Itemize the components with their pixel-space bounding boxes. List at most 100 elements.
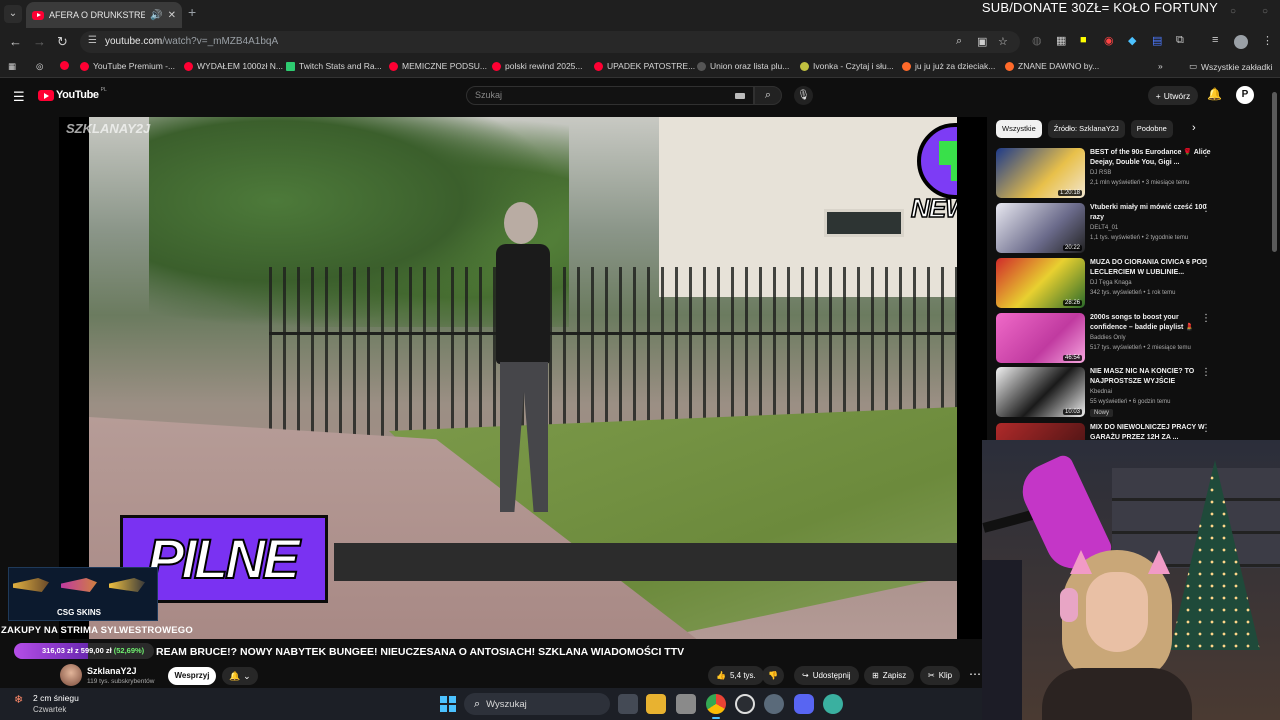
video-title[interactable]: 2000s songs to boost your confidence – b… xyxy=(1090,313,1216,332)
video-menu-icon[interactable]: ⋮ xyxy=(1201,313,1211,324)
video-thumbnail[interactable]: 1:20:18 xyxy=(996,148,1085,198)
video-menu-icon[interactable]: ⋮ xyxy=(1201,258,1211,269)
video-title[interactable]: NIE MASZ NIC NA KONCIE? TO NAJPROSTSZE W… xyxy=(1090,367,1216,386)
recommended-video[interactable]: 10:03 NIE MASZ NIC NA KONCIE? TO NAJPROS… xyxy=(996,367,1266,417)
bookmark-item[interactable]: ZNANE DAWNO by... xyxy=(1005,61,1099,71)
notifications-bell-icon[interactable]: 🔔 xyxy=(1207,87,1222,101)
recommended-video[interactable]: 46:54 2000s songs to boost your confiden… xyxy=(996,313,1266,363)
account-avatar[interactable]: P xyxy=(1236,86,1254,104)
video-channel[interactable]: Baddies Only xyxy=(1090,335,1126,341)
reload-icon[interactable]: ↻ xyxy=(57,34,68,50)
chip-from-channel[interactable]: Źródło: SzklanaY2J xyxy=(1047,120,1125,138)
bookmark-item[interactable]: Ivonka - Czytaj i słu... xyxy=(800,61,894,71)
share-button[interactable]: ↪ Udostępnij xyxy=(794,666,859,685)
bookmark-item[interactable]: WYDAŁEM 1000zł N... xyxy=(184,61,283,71)
extension-icon[interactable]: ■ xyxy=(1080,34,1087,46)
video-title[interactable]: MUZA DO CIORANIA CIVICA 6 POD LECLERCIEM… xyxy=(1090,258,1216,277)
channel-avatar[interactable] xyxy=(60,664,82,686)
save-button[interactable]: ⊞ Zapisz xyxy=(864,666,915,685)
video-channel[interactable]: Kbednai xyxy=(1090,389,1112,395)
bookmark-item[interactable]: Union oraz lista plu... xyxy=(697,61,789,71)
audio-playing-icon[interactable]: 🔊 xyxy=(150,10,162,21)
youtube-logo[interactable]: YouTube PL xyxy=(38,87,107,101)
extension-icon[interactable]: ◉ xyxy=(1104,34,1114,47)
chip-related[interactable]: Podobne xyxy=(1130,120,1173,138)
bookmark-item[interactable]: ju ju już za dzieciak... xyxy=(902,61,995,71)
video-channel[interactable]: DJ RSB xyxy=(1090,170,1111,176)
app-icon[interactable] xyxy=(735,694,755,714)
bookmark-item[interactable] xyxy=(60,61,69,70)
page-scrollbar[interactable] xyxy=(1272,92,1277,252)
taskbar-search[interactable]: ⌕ Wyszukaj xyxy=(464,693,610,715)
steam-icon[interactable] xyxy=(764,694,784,714)
video-thumbnail[interactable]: 20:22 xyxy=(996,203,1085,253)
tab-active[interactable]: AFERA O DRUNKSTREAM B 🔊 ✕ xyxy=(26,2,182,28)
tab-search-menu-icon[interactable]: ⌄ xyxy=(4,5,22,23)
cast-icon[interactable]: ▣ xyxy=(977,35,987,48)
profile-avatar-icon[interactable] xyxy=(1234,35,1248,49)
chip-all[interactable]: Wszystkie xyxy=(996,120,1042,138)
video-title[interactable]: BEST of the 90s Eurodance 🌹 Alice Deejay… xyxy=(1090,148,1216,167)
apps-grid-icon[interactable]: ▦ xyxy=(8,61,16,72)
weather-temperature[interactable]: 2 cm śniegu xyxy=(33,693,79,703)
bookmark-star-icon[interactable]: ☆ xyxy=(998,35,1008,48)
channel-name[interactable]: SzklanaY2J xyxy=(87,666,137,676)
keyboard-icon[interactable] xyxy=(735,93,745,99)
chrome-icon[interactable] xyxy=(706,694,726,714)
extension-icon[interactable]: ◆ xyxy=(1128,34,1136,47)
video-thumbnail[interactable]: 28:26 xyxy=(996,258,1085,308)
extensions-puzzle-icon[interactable]: ⧉ xyxy=(1176,34,1184,47)
all-bookmarks[interactable]: ▭ Wszystkie zakładki xyxy=(1189,61,1272,72)
url-text[interactable]: youtube.com/watch?v=_mMZB4A1bqA xyxy=(105,36,278,47)
create-button[interactable]: + Utwórz xyxy=(1148,86,1198,105)
video-thumbnail[interactable] xyxy=(996,423,1085,441)
app-icon[interactable] xyxy=(823,694,843,714)
bookmark-item[interactable]: MEMICZNE PODSU... xyxy=(389,61,487,71)
video-title[interactable]: Vtuberki miały mi mówić cześć 100 razy xyxy=(1090,203,1216,222)
subscription-bell-button[interactable]: 🔔 ⌄ xyxy=(222,667,258,685)
bookmark-icon[interactable]: ◎ xyxy=(36,61,43,72)
chips-next-icon[interactable]: › xyxy=(1192,122,1196,134)
media-controls-icon[interactable]: ≡ xyxy=(1212,34,1218,46)
video-menu-icon[interactable]: ⋮ xyxy=(1201,203,1211,214)
discord-icon[interactable] xyxy=(794,694,814,714)
support-button[interactable]: Wesprzyj xyxy=(168,667,216,685)
recommended-video[interactable]: 28:26 MUZA DO CIORANIA CIVICA 6 POD LECL… xyxy=(996,258,1266,308)
hamburger-menu-icon[interactable]: ☰ xyxy=(13,89,25,105)
close-tab-icon[interactable]: ✕ xyxy=(168,10,176,21)
clip-button[interactable]: ✂ Klip xyxy=(920,666,961,685)
search-button[interactable]: ⌕ xyxy=(754,86,782,105)
store-icon[interactable] xyxy=(676,694,696,714)
browser-menu-icon[interactable]: ⋮ xyxy=(1262,34,1273,47)
weather-snow-icon[interactable]: ❄ xyxy=(14,693,23,706)
extension-icon[interactable]: ▦ xyxy=(1056,34,1066,47)
video-menu-icon[interactable]: ⋮ xyxy=(1201,423,1211,434)
recommended-video[interactable]: MIX DO NIEWOLNICZEJ PRACY W GARAŻU PRZEZ… xyxy=(996,423,1266,441)
video-channel[interactable]: DJ Tęga Knaga xyxy=(1090,280,1132,286)
recommended-video[interactable]: 1:20:18 BEST of the 90s Eurodance 🌹 Alic… xyxy=(996,148,1266,198)
forward-icon[interactable]: → xyxy=(33,34,46,49)
more-bookmarks-icon[interactable]: » xyxy=(1158,61,1163,71)
video-player[interactable]: NEWS SZKLANAY2J PILNE xyxy=(59,117,987,639)
video-menu-icon[interactable]: ⋮ xyxy=(1201,148,1211,159)
video-thumbnail[interactable]: 10:03 xyxy=(996,367,1085,417)
bookmark-item[interactable]: polski rewind 2025... xyxy=(492,61,583,71)
video-menu-icon[interactable]: ⋮ xyxy=(1201,367,1211,378)
search-input[interactable]: Szukaj xyxy=(466,86,754,105)
video-title[interactable]: MIX DO NIEWOLNICZEJ PRACY W GARAŻU PRZEZ… xyxy=(1090,423,1216,441)
bookmark-item[interactable]: YouTube Premium -... xyxy=(80,61,175,71)
extension-icon[interactable]: ◍ xyxy=(1032,34,1042,47)
video-thumbnail[interactable]: 46:54 xyxy=(996,313,1085,363)
address-bar[interactable]: ☰ youtube.com/watch?v=_mMZB4A1bqA ⌕ ▣ ☆ xyxy=(80,31,1020,53)
task-view-icon[interactable] xyxy=(618,694,638,714)
file-explorer-icon[interactable] xyxy=(646,694,666,714)
window-control-icon[interactable]: ○ xyxy=(1262,6,1268,17)
bookmark-item[interactable]: Twitch Stats and Ra... xyxy=(286,61,382,71)
window-control-icon[interactable]: ○ xyxy=(1230,6,1236,17)
site-info-icon[interactable]: ☰ xyxy=(88,35,97,46)
bookmark-item[interactable]: UPADEK PATOSTRE... xyxy=(594,61,695,71)
more-actions-icon[interactable]: ⋯ xyxy=(969,667,981,681)
recommended-video[interactable]: 20:22 Vtuberki miały mi mówić cześć 100 … xyxy=(996,203,1266,253)
voice-search-button[interactable]: 🎙 xyxy=(794,86,813,105)
windows-start-icon[interactable] xyxy=(440,696,456,712)
